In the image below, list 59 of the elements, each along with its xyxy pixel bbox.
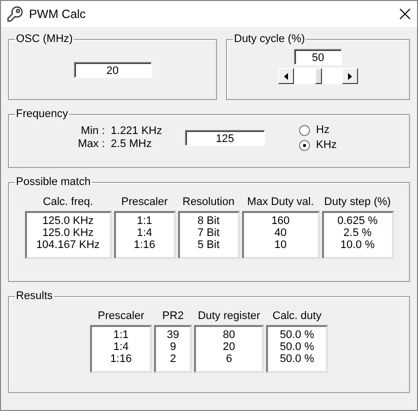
radio-label[interactable]: Hz (316, 124, 330, 136)
left-triangle-icon (284, 72, 288, 80)
min-label: Min : (80, 125, 105, 137)
right-triangle-icon (348, 72, 352, 80)
column-header: Max Duty val. (246, 195, 315, 210)
table-cell: 50.0 % (280, 353, 314, 365)
table-cell: 40 (274, 227, 287, 239)
column-header: Resolution (182, 195, 236, 210)
radio-button[interactable] (299, 140, 310, 150)
radio-button[interactable] (299, 124, 310, 136)
table-cell: 2.5 % (343, 227, 372, 239)
osc-field[interactable]: 20 (74, 62, 152, 78)
column-header: Duty step (%) (323, 195, 392, 210)
min-value: 1.221 KHz (110, 125, 164, 137)
table-cell: 1:16 (134, 239, 156, 251)
close-icon[interactable] (399, 8, 411, 20)
table-cell: 80 (222, 329, 236, 341)
table-cell: 125.0 KHz (42, 215, 94, 227)
max-value: 2.5 MHz (110, 138, 153, 150)
max-label: Max : (76, 138, 105, 150)
table-cell: 1:4 (113, 341, 129, 353)
duty-field[interactable]: 50 (294, 49, 342, 65)
table-cell: 20 (222, 341, 236, 353)
table-cell: 9 (170, 341, 176, 353)
table-cell: 39 (166, 329, 180, 341)
group-label: OSC (MHz) (15, 33, 74, 45)
right-arrow-button[interactable] (342, 68, 358, 84)
table-cell: 6 (226, 353, 232, 365)
window-title: PWM Calc (29, 7, 87, 21)
table-cell: 1:1 (136, 215, 152, 227)
table-cell: 50.0 % (280, 341, 314, 353)
frequency-field[interactable]: 125 (185, 130, 265, 146)
table-cell: 10 (274, 239, 287, 251)
table-cell: 160 (271, 215, 290, 227)
table-cell: 8 Bit (197, 215, 220, 227)
table-cell: 125.0 KHz (42, 227, 94, 239)
group-label: Duty cycle (%) (233, 33, 306, 45)
group-label: Results (15, 290, 54, 302)
column-header: Prescaler (120, 195, 169, 210)
radio-label[interactable]: KHz (316, 139, 337, 151)
table-cell: 1:16 (110, 353, 132, 365)
group-label: Possible match (15, 176, 92, 188)
table-cell: 1:4 (136, 227, 152, 239)
left-arrow-button[interactable] (278, 68, 294, 84)
table-cell: 7 Bit (197, 227, 220, 239)
table-cell: 2 (170, 353, 176, 365)
table-cell: 10.0 % (340, 239, 375, 251)
column-header: Calc. duty (272, 309, 322, 324)
group-label: Frequency (15, 108, 69, 120)
table-cell: 104.167 KHz (36, 239, 100, 251)
table-cell: 50.0 % (280, 329, 314, 341)
table-cell: 1:1 (113, 329, 129, 341)
column-header: Calc. freq. (42, 195, 94, 210)
table-cell: 0.625 % (337, 215, 378, 227)
slider-thumb[interactable] (314, 68, 322, 84)
column-header: PR2 (161, 309, 185, 324)
column-header: Duty register (196, 309, 262, 324)
table-cell: 5 Bit (197, 239, 220, 251)
column-header: Prescaler (96, 309, 146, 324)
